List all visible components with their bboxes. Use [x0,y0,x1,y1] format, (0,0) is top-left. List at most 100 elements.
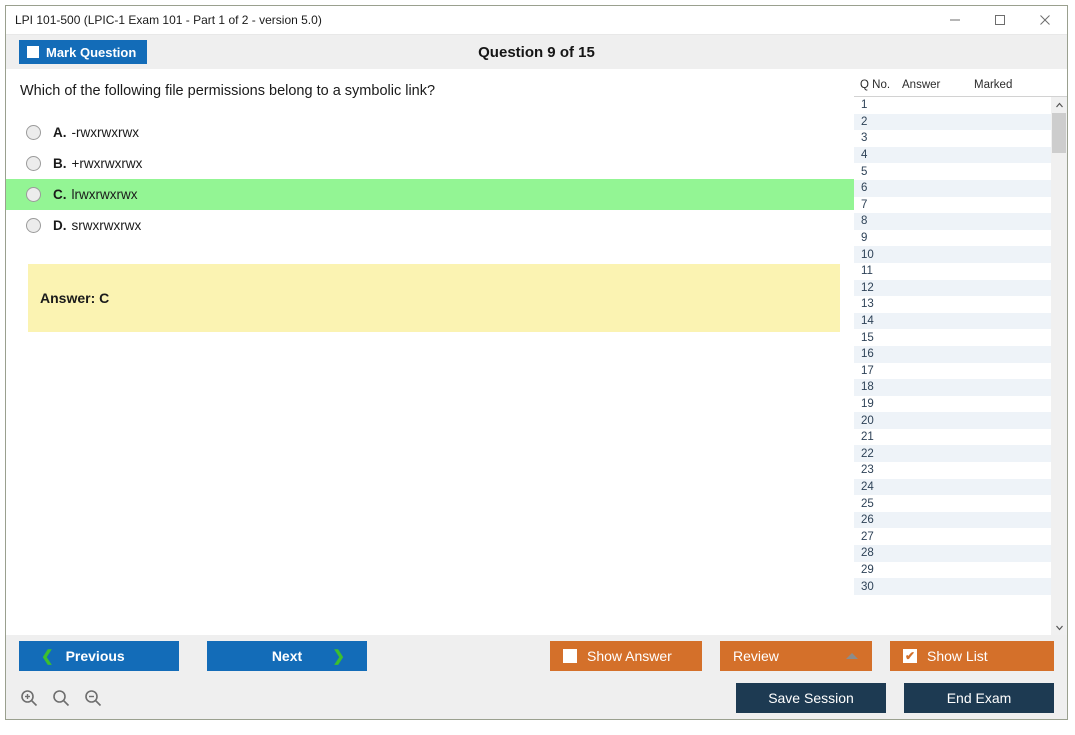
show-list-button[interactable]: ✔ Show List [890,641,1054,671]
question-list-row[interactable]: 14 [854,312,1051,330]
question-list-row[interactable]: 22 [854,445,1051,463]
previous-button[interactable]: ❮ Previous [19,641,179,671]
radio-icon[interactable] [26,187,41,202]
question-list-row-number: 27 [861,530,874,543]
question-list-row[interactable]: 29 [854,562,1051,579]
show-answer-button[interactable]: Show Answer [550,641,702,671]
question-list-row[interactable]: 17 [854,363,1051,380]
radio-icon[interactable] [26,218,41,233]
question-list-row[interactable]: 18 [854,379,1051,396]
zoom-reset-icon[interactable] [51,688,71,708]
option-text: -rwxrwxrwx [71,125,139,140]
question-list-row-number: 8 [861,215,868,228]
next-button[interactable]: Next ❯ [207,641,367,671]
scrollbar-track[interactable] [1051,113,1067,619]
review-dropdown[interactable]: Review [720,641,872,671]
question-pane: Which of the following file permissions … [6,69,854,635]
question-list-row[interactable]: 5 [854,163,1051,180]
question-list-row-number: 6 [861,182,868,195]
question-list-row-number: 7 [861,198,868,211]
footer-area: ❮ Previous Next ❯ Show Answer Review ✔ S… [6,635,1067,719]
window-title: LPI 101-500 (LPIC-1 Exam 101 - Part 1 of… [15,13,322,27]
mark-question-button[interactable]: Mark Question [19,40,148,64]
question-list-row-number: 4 [861,149,868,162]
question-list-row[interactable]: 16 [854,345,1051,363]
previous-label: Previous [65,648,125,664]
option-letter: D. [53,218,67,233]
option-letter: B. [53,156,67,171]
scrollbar-thumb[interactable] [1052,113,1066,153]
question-list-row-number: 11 [861,265,873,278]
question-list-row[interactable]: 21 [854,429,1051,446]
question-list-row[interactable]: 2 [854,113,1051,131]
question-list-row[interactable]: 25 [854,495,1051,512]
save-session-button[interactable]: Save Session [736,683,886,713]
radio-icon[interactable] [26,156,41,171]
save-session-label: Save Session [768,690,854,706]
column-header-marked: Marked [974,79,1013,91]
scroll-up-icon[interactable] [1051,97,1067,113]
option-row[interactable]: D. srwxrwxrwx [6,210,854,241]
question-list-row[interactable]: 19 [854,396,1051,413]
question-list-row[interactable]: 23 [854,462,1051,479]
question-text: Which of the following file permissions … [20,83,436,99]
question-list-row[interactable]: 6 [854,179,1051,197]
question-list-row-number: 10 [861,248,874,261]
question-list-row[interactable]: 8 [854,213,1051,230]
option-letter: C. [53,187,67,202]
question-list-row-number: 1 [861,99,868,112]
footer-row-primary: ❮ Previous Next ❯ Show Answer Review ✔ S… [6,635,1067,677]
question-list-row-number: 17 [861,364,874,377]
question-list-row-number: 12 [861,281,874,294]
question-list-row[interactable]: 12 [854,279,1051,297]
close-icon[interactable] [1022,6,1067,34]
question-list-row[interactable]: 11 [854,263,1051,280]
radio-icon[interactable] [26,125,41,140]
question-list-rows: 1 2 3 4 5 6 7 8 9 10 11 12 13 14 15 16 17 18 19 20 21 22 23 24 2… [854,97,1051,635]
end-exam-button[interactable]: End Exam [904,683,1054,713]
zoom-in-icon[interactable] [19,688,39,708]
question-list-row[interactable]: 27 [854,528,1051,545]
option-row[interactable]: A. -rwxrwxrwx [6,117,854,148]
question-list-panel: Q No. Answer Marked 1 2 3 4 5 6 7 8 9 10 11 12 13 14 1… [854,69,1067,635]
next-label: Next [271,648,303,664]
question-list-row[interactable]: 3 [854,130,1051,147]
column-header-answer: Answer [902,79,941,91]
zoom-out-icon[interactable] [83,688,103,708]
show-answer-label: Show Answer [587,648,672,664]
option-row[interactable]: B. +rwxrwxrwx [6,148,854,179]
question-list-row-number: 23 [861,464,874,477]
option-text: +rwxrwxrwx [71,156,143,171]
question-list-row[interactable]: 15 [854,329,1051,346]
options-list: A. -rwxrwxrwx B. +rwxrwxrwx C. lrwxrwxrw… [6,117,854,241]
title-bar: LPI 101-500 (LPIC-1 Exam 101 - Part 1 of… [6,6,1067,35]
question-list-row-number: 5 [861,165,868,178]
question-list-row[interactable]: 10 [854,246,1051,263]
question-list-row[interactable]: 7 [854,197,1051,214]
question-list-row[interactable]: 26 [854,511,1051,529]
footer-row-secondary: Save Session End Exam [6,677,1067,719]
question-list-scrollbar[interactable] [1051,97,1067,635]
question-list-row[interactable]: 9 [854,230,1051,247]
mark-question-checkbox-icon [27,46,39,58]
question-list-row-number: 24 [861,480,874,493]
question-list-row[interactable]: 13 [854,296,1051,313]
minimize-icon[interactable] [932,6,977,34]
question-list-row[interactable]: 1 [854,97,1051,114]
scroll-down-icon[interactable] [1051,619,1067,635]
chevron-right-icon: ❯ [332,648,345,665]
question-list-row[interactable]: 28 [854,545,1051,562]
option-row-correct[interactable]: C. lrwxrwxrwx [6,179,854,210]
question-list-row-number: 21 [861,431,874,444]
show-list-checkbox-icon: ✔ [903,649,917,663]
question-list-row-number: 9 [861,232,868,245]
question-list-row[interactable]: 30 [854,578,1051,595]
question-list-row-number: 13 [861,298,874,311]
question-list-row-number: 18 [861,381,874,394]
question-list-row[interactable]: 20 [854,412,1051,429]
question-list-row-number: 14 [861,315,874,328]
question-list-row[interactable]: 4 [854,146,1051,164]
question-list-row[interactable]: 24 [854,478,1051,496]
end-exam-label: End Exam [946,690,1012,706]
maximize-icon[interactable] [977,6,1022,34]
